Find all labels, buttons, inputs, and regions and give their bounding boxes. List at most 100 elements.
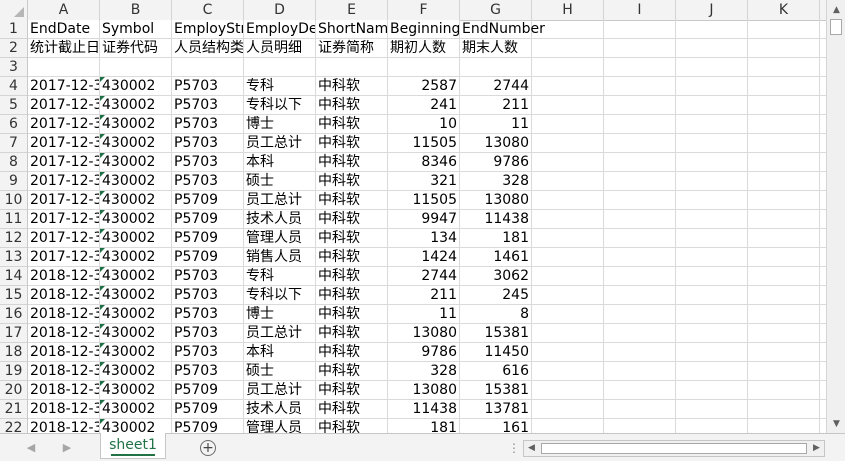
cell-d15[interactable]: 专科以下 — [244, 286, 315, 304]
cell-f11[interactable]: 9947 — [388, 210, 459, 228]
add-sheet-icon[interactable]: + — [200, 440, 216, 456]
cell-a2[interactable]: 统计截止日 — [28, 39, 99, 57]
cell-b21[interactable]: 430002 — [100, 400, 171, 418]
cell-c6[interactable]: P5703 — [172, 115, 243, 133]
cell-d18[interactable]: 本科 — [244, 343, 315, 361]
sheet-tab-sheet1[interactable]: sheet1 — [100, 433, 166, 459]
cell-f19[interactable]: 328 — [388, 362, 459, 380]
cell-c5[interactable]: P5703 — [172, 96, 243, 114]
cell-e5[interactable]: 中科软 — [316, 96, 387, 114]
cell-g9[interactable]: 328 — [460, 172, 531, 190]
cell-a22[interactable]: 2018-12-31 — [28, 419, 99, 433]
cell-b7[interactable]: 430002 — [100, 134, 171, 152]
cell-d7[interactable]: 员工总计 — [244, 134, 315, 152]
cell-f12[interactable]: 134 — [388, 229, 459, 247]
cell-g21[interactable]: 13781 — [460, 400, 531, 418]
row-header-2[interactable]: 2 — [0, 39, 27, 58]
cell-e9[interactable]: 中科软 — [316, 172, 387, 190]
cell-d16[interactable]: 博士 — [244, 305, 315, 323]
cell-a9[interactable]: 2017-12-31 — [28, 172, 99, 190]
cell-b13[interactable]: 430002 — [100, 248, 171, 266]
cell-a21[interactable]: 2018-12-31 — [28, 400, 99, 418]
cell-f14[interactable]: 2744 — [388, 267, 459, 285]
cell-e8[interactable]: 中科软 — [316, 153, 387, 171]
row-header-17[interactable]: 17 — [0, 324, 27, 343]
cell-d4[interactable]: 专科 — [244, 77, 315, 95]
cell-e22[interactable]: 中科软 — [316, 419, 387, 433]
cell-f20[interactable]: 13080 — [388, 381, 459, 399]
cell-d2[interactable]: 人员明细 — [244, 39, 315, 57]
cell-b5[interactable]: 430002 — [100, 96, 171, 114]
cell-f10[interactable]: 11505 — [388, 191, 459, 209]
cell-g10[interactable]: 13080 — [460, 191, 531, 209]
column-header-k[interactable]: K — [748, 0, 820, 20]
cell-f8[interactable]: 8346 — [388, 153, 459, 171]
cell-e18[interactable]: 中科软 — [316, 343, 387, 361]
cell-a1[interactable]: EndDate — [28, 20, 99, 38]
cell-c22[interactable]: P5709 — [172, 419, 243, 433]
cell-b15[interactable]: 430002 — [100, 286, 171, 304]
cell-e15[interactable]: 中科软 — [316, 286, 387, 304]
cell-e11[interactable]: 中科软 — [316, 210, 387, 228]
scroll-up-icon[interactable]: ▲ — [828, 1, 845, 18]
split-handle-icon[interactable]: ⋮ — [508, 442, 520, 454]
cell-b22[interactable]: 430002 — [100, 419, 171, 433]
cell-b17[interactable]: 430002 — [100, 324, 171, 342]
cell-c1[interactable]: EmployStr — [172, 20, 243, 38]
row-header-11[interactable]: 11 — [0, 210, 27, 229]
cell-g14[interactable]: 3062 — [460, 267, 531, 285]
row-header-22[interactable]: 22 — [0, 419, 27, 433]
cell-d13[interactable]: 销售人员 — [244, 248, 315, 266]
cell-b16[interactable]: 430002 — [100, 305, 171, 323]
row-header-10[interactable]: 10 — [0, 191, 27, 210]
cell-f9[interactable]: 321 — [388, 172, 459, 190]
cell-a13[interactable]: 2017-12-31 — [28, 248, 99, 266]
cell-g5[interactable]: 211 — [460, 96, 531, 114]
vertical-scroll-thumb[interactable] — [830, 19, 842, 35]
cell-d19[interactable]: 硕士 — [244, 362, 315, 380]
cell-g11[interactable]: 11438 — [460, 210, 531, 228]
cell-e20[interactable]: 中科软 — [316, 381, 387, 399]
row-header-14[interactable]: 14 — [0, 267, 27, 286]
cell-g18[interactable]: 11450 — [460, 343, 531, 361]
cell-c14[interactable]: P5703 — [172, 267, 243, 285]
cell-g6[interactable]: 11 — [460, 115, 531, 133]
cell-c11[interactable]: P5709 — [172, 210, 243, 228]
cell-f21[interactable]: 11438 — [388, 400, 459, 418]
cell-d21[interactable]: 技术人员 — [244, 400, 315, 418]
cell-b18[interactable]: 430002 — [100, 343, 171, 361]
prev-sheet-icon[interactable]: ◀ — [22, 439, 40, 457]
cell-g1[interactable]: EndNumber — [460, 20, 545, 38]
cell-b12[interactable]: 430002 — [100, 229, 171, 247]
cell-f4[interactable]: 2587 — [388, 77, 459, 95]
cell-e12[interactable]: 中科软 — [316, 229, 387, 247]
cell-f15[interactable]: 211 — [388, 286, 459, 304]
cell-c20[interactable]: P5709 — [172, 381, 243, 399]
cell-g8[interactable]: 9786 — [460, 153, 531, 171]
row-header-4[interactable]: 4 — [0, 77, 27, 96]
cell-f17[interactable]: 13080 — [388, 324, 459, 342]
cell-e7[interactable]: 中科软 — [316, 134, 387, 152]
cell-b19[interactable]: 430002 — [100, 362, 171, 380]
cell-a20[interactable]: 2018-12-31 — [28, 381, 99, 399]
cell-g2[interactable]: 期末人数 — [460, 39, 531, 57]
row-header-12[interactable]: 12 — [0, 229, 27, 248]
cell-b2[interactable]: 证券代码 — [100, 39, 171, 57]
cell-d9[interactable]: 硕士 — [244, 172, 315, 190]
cell-area[interactable]: EndDate Symbol EmployStrEmployDetShortName… — [28, 20, 826, 433]
select-all-corner[interactable] — [0, 0, 28, 20]
cell-d12[interactable]: 管理人员 — [244, 229, 315, 247]
cell-f13[interactable]: 1424 — [388, 248, 459, 266]
column-header-f[interactable]: F — [388, 0, 460, 20]
cell-c21[interactable]: P5709 — [172, 400, 243, 418]
cell-c7[interactable]: P5703 — [172, 134, 243, 152]
row-header-20[interactable]: 20 — [0, 381, 27, 400]
cell-d17[interactable]: 员工总计 — [244, 324, 315, 342]
cell-f16[interactable]: 11 — [388, 305, 459, 323]
cell-c19[interactable]: P5703 — [172, 362, 243, 380]
cell-d5[interactable]: 专科以下 — [244, 96, 315, 114]
cell-g7[interactable]: 13080 — [460, 134, 531, 152]
cell-b8[interactable]: 430002 — [100, 153, 171, 171]
cell-c2[interactable]: 人员结构类 — [172, 39, 243, 57]
cell-d14[interactable]: 专科 — [244, 267, 315, 285]
